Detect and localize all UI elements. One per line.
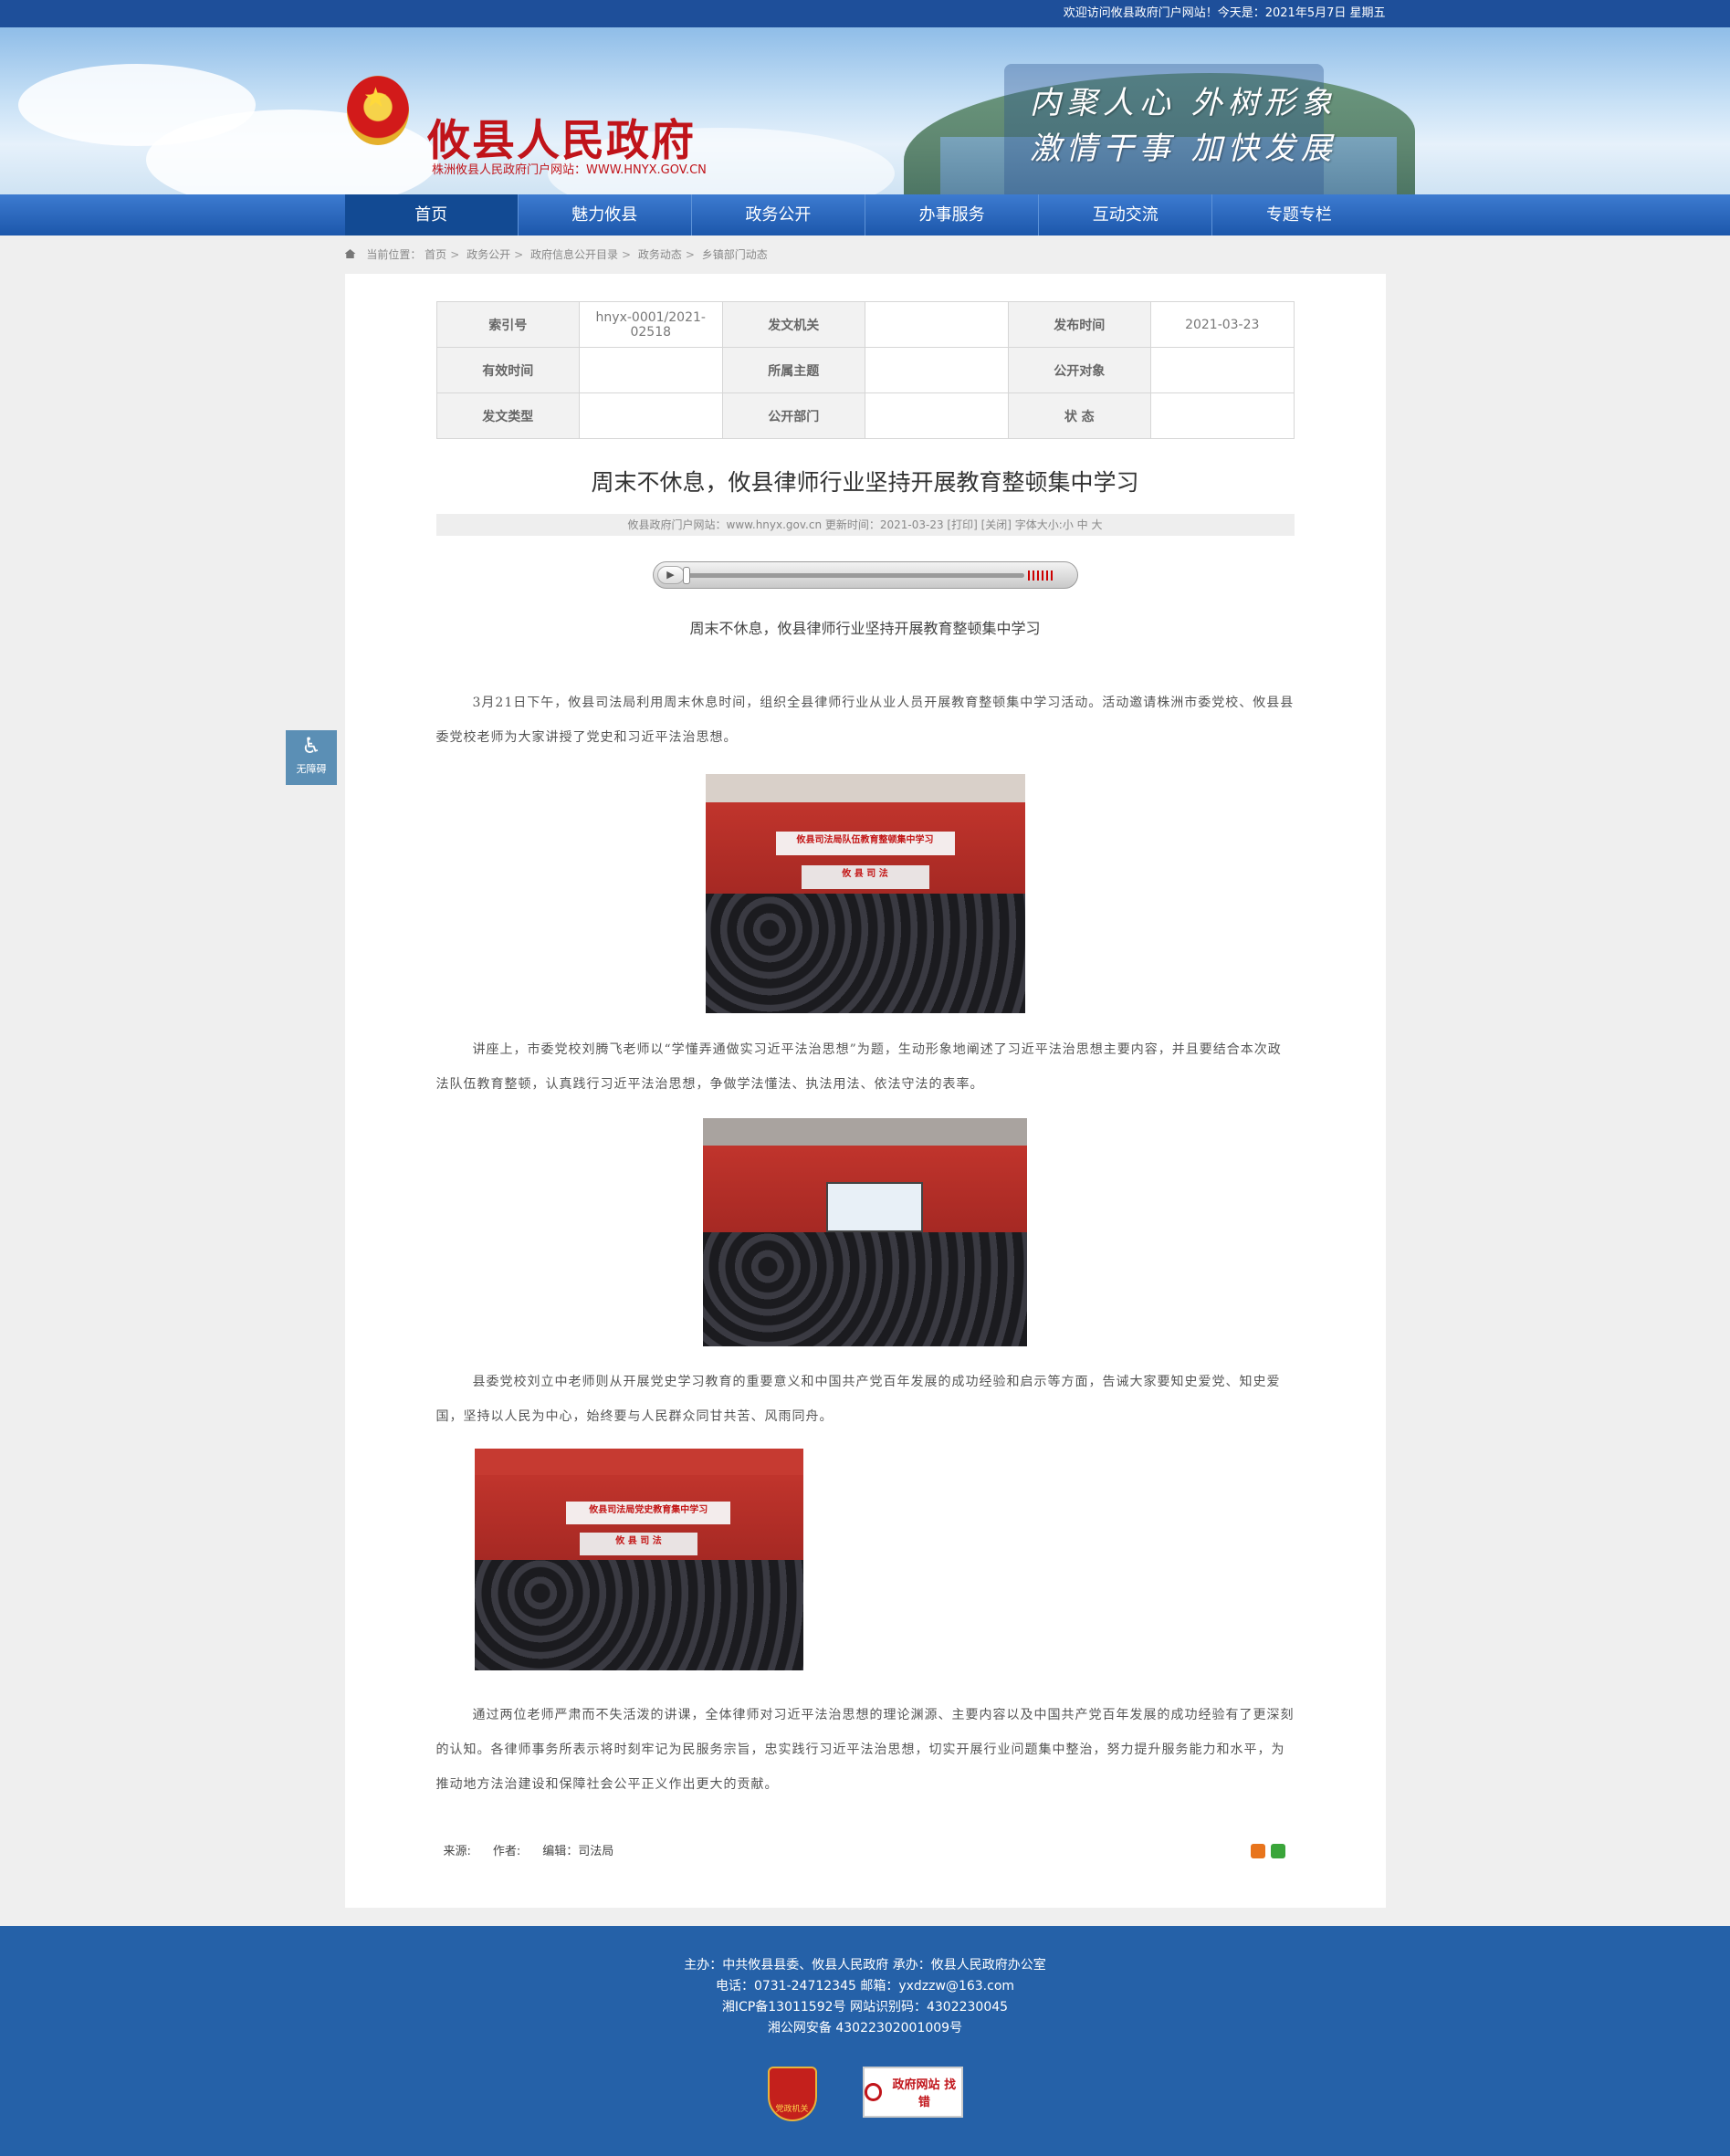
breadcrumb: 当前位置： 首页 > 政务公开 > 政府信息公开目录 > 政务动态 > 乡镇部门动态	[344, 235, 1386, 274]
article-title: 周末不休息，攸县律师行业坚持开展教育整顿集中学习	[591, 469, 1139, 496]
breadcrumb-separator: >	[514, 248, 524, 261]
party-gov-badge-icon[interactable]: 党政机关	[767, 2067, 817, 2121]
find-error-label: 政府网站 找错	[892, 2078, 957, 2109]
photo-banner-text: 攸县司法局队伍教育整顿集中学习	[775, 831, 955, 856]
meta-value	[865, 301, 1009, 348]
meta-value	[1150, 392, 1295, 439]
meta-value: hnyx-0001/2021-02518	[579, 301, 723, 348]
nav-item-gov-affairs[interactable]: 政务公开	[692, 194, 866, 235]
meta-value	[579, 347, 723, 393]
national-emblem-icon: ★	[347, 76, 409, 145]
breadcrumb-item[interactable]: 政务动态	[638, 248, 682, 261]
author-label: 作者:	[492, 1845, 521, 1858]
article-paragraph: 县委党校刘立中老师则从开展党史学习教育的重要意义和中国共产党百年发展的成功经验和…	[435, 1375, 1281, 1424]
meta-value	[865, 392, 1009, 439]
meta-key: 发文机关	[721, 301, 865, 348]
share-buttons	[1250, 1844, 1285, 1858]
meta-value	[865, 347, 1009, 393]
meta-key: 索引号	[435, 301, 580, 348]
meta-key: 所属主题	[721, 347, 865, 393]
wechat-share-icon[interactable]	[1270, 1844, 1285, 1858]
site-title[interactable]: 攸县人民政府	[427, 105, 696, 168]
audio-player[interactable]: ▶	[652, 561, 1078, 589]
meta-key: 公开部门	[721, 392, 865, 439]
wheelchair-icon: ♿	[301, 733, 321, 759]
photo-banner-text: 攸县司法局党史教育集中学习	[566, 1502, 731, 1524]
meta-key: 状 态	[1007, 392, 1151, 439]
site-footer: 主办：中共攸县县委、攸县人民政府 承办：攸县人民政府办公室 电话：0731-24…	[0, 1926, 1730, 2156]
weibo-share-icon[interactable]	[1250, 1844, 1265, 1858]
article-container: 索引号 hnyx-0001/2021-02518 发文机关 发布时间 2021-…	[344, 274, 1386, 1908]
nav-item-home[interactable]: 首页	[344, 194, 519, 235]
breadcrumb-item[interactable]: 政府信息公开目录	[530, 248, 618, 261]
footer-contact: 电话：0731-24712345 邮箱：yxdzzw@163.com	[715, 1979, 1015, 1994]
article-photo-3: 攸县司法局党史教育集中学习 攸 县 司 法	[474, 1449, 803, 1670]
breadcrumb-separator: >	[685, 248, 695, 261]
photo-sign-text: 攸 县 司 法	[579, 1533, 698, 1555]
site-subtitle: 株洲攸县人民政府门户网站：WWW.HNYX.GOV.CN	[432, 163, 707, 177]
article-paragraph: 3月21日下午，攸县司法局利用周末休息时间，组织全县律师行业从业人员开展教育整顿…	[435, 696, 1295, 745]
document-meta-table: 索引号 hnyx-0001/2021-02518 发文机关 发布时间 2021-…	[435, 301, 1295, 439]
breadcrumb-separator: >	[622, 248, 632, 261]
projector-screen	[825, 1182, 924, 1232]
nav-item-interaction[interactable]: 互动交流	[1039, 194, 1213, 235]
breadcrumb-item[interactable]: 乡镇部门动态	[702, 248, 768, 261]
editor-label: 编辑：司法局	[542, 1845, 614, 1858]
header-banner: ★ 攸县人民政府 株洲攸县人民政府门户网站：WWW.HNYX.GOV.CN 内聚…	[0, 27, 1730, 194]
meta-key: 发布时间	[1007, 301, 1151, 348]
play-icon[interactable]: ▶	[656, 566, 685, 584]
article-photo-2	[703, 1118, 1027, 1346]
photo-sign-text: 攸 县 司 法	[801, 864, 929, 889]
find-error-badge[interactable]: 政府网站 找错	[862, 2067, 963, 2118]
home-icon	[344, 249, 356, 258]
meta-value: 2021-03-23	[1150, 301, 1295, 348]
party-gov-badge-label: 党政机关	[775, 2105, 809, 2114]
main-nav: 首页 魅力攸县 政务公开 办事服务 互动交流 专题专栏	[0, 194, 1730, 235]
article-photo-1: 攸县司法局队伍教育整顿集中学习 攸 县 司 法	[705, 774, 1025, 1013]
footer-icp[interactable]: 湘ICP备13011592号 网站识别码：4302230045	[0, 1997, 1730, 2018]
meta-key: 公开对象	[1007, 347, 1151, 393]
progress-knob[interactable]	[682, 567, 690, 584]
meta-key: 有效时间	[435, 347, 580, 393]
slogan-line-2: 激情干事 加快发展	[1030, 131, 1337, 167]
accessibility-label: 无障碍	[296, 763, 327, 775]
meta-value	[1150, 347, 1295, 393]
article-subtitle: 周末不休息，攸县律师行业坚持开展教育整顿集中学习	[689, 620, 1041, 637]
accessibility-button[interactable]: ♿ 无障碍	[286, 730, 337, 785]
article-paragraph: 讲座上，市委党校刘腾飞老师以“学懂弄通做实习近平法治思想”为题，生动形象地阐述了…	[435, 1042, 1282, 1092]
meta-value	[579, 392, 723, 439]
nav-item-charm[interactable]: 魅力攸县	[519, 194, 692, 235]
meta-key: 发文类型	[435, 392, 580, 439]
article-paragraph: 通过两位老师严肃而不失活泼的讲课，全体律师对习近平法治思想的理论渊源、主要内容以…	[435, 1708, 1295, 1792]
volume-icon[interactable]	[1027, 570, 1054, 581]
breadcrumb-prefix: 当前位置：	[366, 248, 422, 261]
welcome-text: 欢迎访问攸县政府门户网站！今天是：2021年5月7日 星期五	[1063, 6, 1386, 20]
article-meta-bar: 攸县政府门户网站：www.hnyx.gov.cn 更新时间：2021-03-23…	[435, 514, 1295, 536]
slogan-line-1: 内聚人心 外树形象	[1030, 85, 1337, 121]
footer-sponsor: 主办：中共攸县县委、攸县人民政府 承办：攸县人民政府办公室	[684, 1958, 1046, 1973]
article-footer-meta: 来源: 作者: 编辑：司法局	[436, 1838, 1295, 1866]
top-bar: 欢迎访问攸县政府门户网站！今天是：2021年5月7日 星期五	[0, 0, 1730, 27]
nav-item-services[interactable]: 办事服务	[865, 194, 1040, 235]
progress-track[interactable]	[686, 573, 1024, 578]
source-label: 来源:	[443, 1845, 471, 1858]
magnifier-icon	[864, 2083, 883, 2101]
footer-police-record[interactable]: 湘公网安备 43022302001009号	[0, 2018, 1730, 2039]
breadcrumb-separator: >	[450, 248, 460, 261]
nav-item-topics[interactable]: 专题专栏	[1212, 194, 1385, 235]
breadcrumb-item[interactable]: 首页	[425, 248, 446, 261]
breadcrumb-item[interactable]: 政务公开	[467, 248, 510, 261]
